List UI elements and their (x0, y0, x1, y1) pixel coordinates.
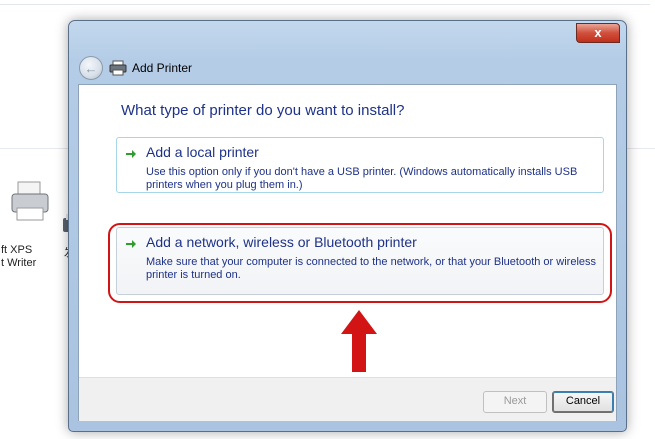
cancel-button[interactable]: Cancel (552, 391, 614, 413)
printer-icon (109, 60, 127, 76)
back-arrow-icon: ← (84, 60, 98, 76)
red-up-arrow-icon (341, 310, 377, 372)
dialog-title: Add Printer (132, 61, 193, 75)
close-icon: x (594, 25, 602, 40)
dialog-footer: Next Cancel (79, 377, 616, 421)
add-local-printer-option[interactable]: Add a local printer Use this option only… (116, 137, 604, 193)
dialog-content: What type of printer do you want to inst… (78, 84, 617, 421)
background-printer-label: ft XPS t Writer (1, 244, 37, 269)
green-arrow-icon (126, 150, 136, 158)
close-button[interactable]: x (576, 23, 620, 43)
next-button[interactable]: Next (483, 391, 547, 413)
page-heading: What type of printer do you want to inst… (121, 102, 405, 119)
red-highlight-box (108, 223, 612, 303)
option-title: Add a local printer (146, 144, 259, 160)
title-bar: ← Add Printer (79, 53, 192, 83)
add-printer-dialog: x ← Add Printer What type of printer do … (68, 20, 627, 432)
option-description: Use this option only if you don't have a… (146, 166, 578, 191)
back-button[interactable]: ← (79, 56, 103, 80)
xps-printer-icon (11, 181, 49, 221)
